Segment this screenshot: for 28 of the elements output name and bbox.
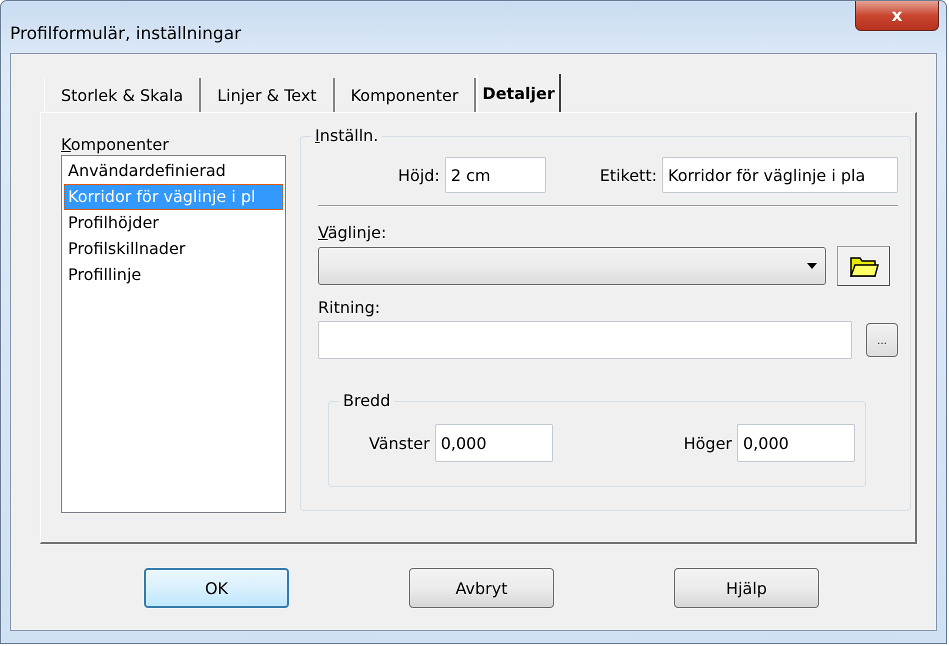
drawing-field[interactable] [318,321,852,359]
list-item[interactable]: Användardefinierad [64,158,283,184]
close-button[interactable]: x [855,1,939,31]
dialog-button[interactable]: Hjälp [674,568,819,608]
list-label: Komponenter [61,135,170,154]
browse-button[interactable]: ... [866,323,898,357]
list-item[interactable]: Profilskillnader [64,236,283,262]
dialog-button[interactable]: OK [144,568,289,608]
group-title: Inställn. [311,126,382,145]
field-label: Etikett: [600,166,657,184]
dialog-button[interactable]: Avbryt [409,568,554,608]
field-label: Höger [684,434,732,452]
list-item[interactable]: Profilhöjder [64,210,283,236]
caret-icon [807,263,817,269]
open-folder-button[interactable] [837,246,890,286]
tab[interactable]: Detaljer [476,74,561,112]
field-label: Höjd: [398,166,440,184]
left-width-field[interactable]: 0,000 [434,424,553,462]
right-width-field[interactable]: 0,000 [737,424,855,462]
label-field[interactable]: Korridor för väglinje i pla [662,157,898,193]
height-field[interactable]: 2 cm [444,157,546,193]
window-title: Profilformulär, inställningar [10,23,242,44]
road-line-dropdown[interactable] [318,247,826,285]
tab[interactable]: Storlek & Skala [44,78,202,112]
list-item[interactable]: Profillinje [64,262,283,288]
field-label: Ritning: [318,298,382,317]
field-label: Väglinje: [318,223,388,242]
field-label: Vänster [369,434,430,452]
